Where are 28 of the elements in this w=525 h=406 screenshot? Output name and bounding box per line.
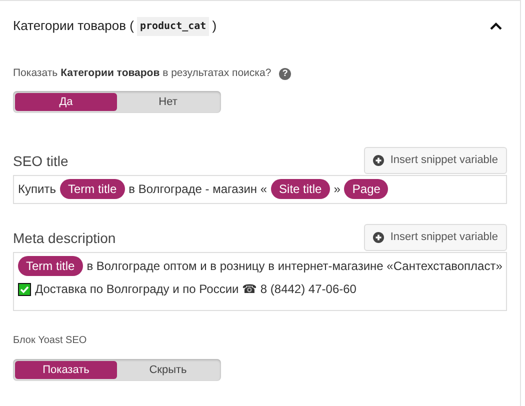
snippet-text: в Волгограде - магазин « [128, 181, 268, 198]
snippet-text: Купить [18, 181, 56, 198]
code-label: product_cat [136, 16, 210, 36]
snippet-editor[interactable]: Купить Term title в Волгограде - магазин « Site title » Page [13, 174, 507, 204]
snippet-editor[interactable]: Term title в Волгограде оптом и в розницу в интернет-магазине «Сантехставопласт» Доставка по Волгограду и по России ☎ 8 (8442) 47-06-60 [13, 252, 507, 311]
variable-tag[interactable]: Term title [60, 179, 125, 200]
section-title: Категории товаров ( [13, 17, 134, 36]
variable-tag[interactable]: Page [344, 179, 388, 200]
insert-variable-button[interactable]: Insert snippet variable [364, 224, 507, 251]
snippet-text: » [334, 181, 340, 198]
setting-label: Блок Yoast SEO [13, 334, 88, 348]
field-label: SEO title [13, 152, 68, 171]
insert-variable-button[interactable]: Insert snippet variable [364, 146, 507, 174]
snippet-text: в Волгограде оптом и в розницу в интернет-магазине «Сантехставопласт» [86, 258, 502, 276]
toggle-option[interactable]: Да [15, 92, 117, 111]
variable-tag[interactable]: Term title [18, 256, 83, 276]
checkmark-icon [18, 282, 31, 296]
setting-question: Показать Категории товаров в результатах поиска? [13, 66, 272, 81]
section-title: ) [212, 17, 217, 36]
toggle-option[interactable]: Показать [15, 360, 117, 379]
help-icon[interactable]: ? [279, 68, 292, 80]
plus-icon [373, 232, 384, 243]
plus-icon [373, 154, 384, 166]
snippet-text: Доставка по Волгограду и по России ☎ 8 (8442) 47-06-60 [35, 281, 356, 298]
toggle-option[interactable]: Нет [117, 92, 219, 111]
field-label: Meta description [13, 228, 116, 248]
variable-tag[interactable]: Site title [271, 179, 330, 200]
toggle-option[interactable]: Скрыть [117, 360, 219, 379]
